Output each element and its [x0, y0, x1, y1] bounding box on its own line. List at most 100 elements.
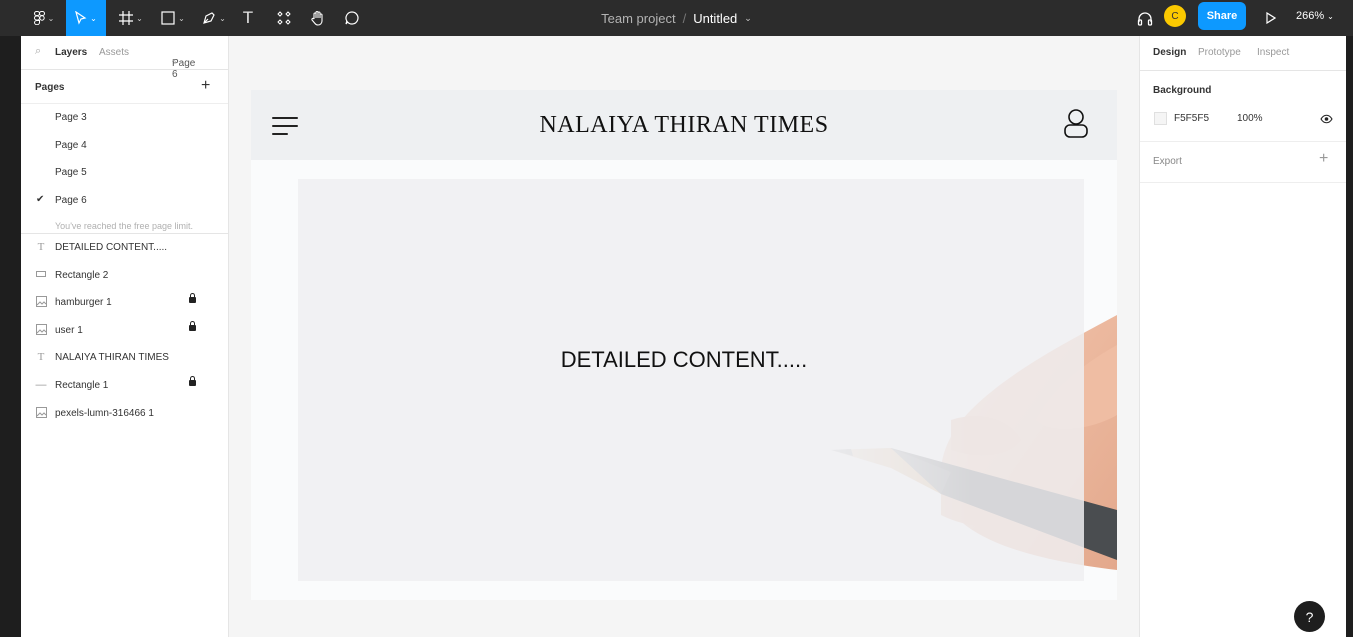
layer-row[interactable]: user 1: [21, 317, 228, 345]
eye-icon[interactable]: [1320, 111, 1333, 129]
move-tool-button[interactable]: ⌄: [66, 0, 106, 36]
layer-row[interactable]: pexels-lumn-316466 1: [21, 400, 228, 428]
page-label: Page 6: [55, 194, 87, 206]
layer-row[interactable]: Rectangle 2: [21, 262, 228, 290]
avatar[interactable]: C: [1164, 5, 1186, 27]
detailed-content-text[interactable]: DETAILED CONTENT.....: [229, 347, 1139, 373]
layer-label: hamburger 1: [55, 297, 112, 309]
page-item-active[interactable]: ✔ Page 6: [21, 187, 228, 215]
layer-label: user 1: [55, 324, 83, 336]
lock-icon[interactable]: [189, 375, 196, 386]
play-icon: [1266, 12, 1276, 24]
help-button[interactable]: ?: [1294, 601, 1325, 632]
background-label: Background: [1153, 85, 1212, 96]
layer-label: NALAIYA THIRAN TIMES: [55, 352, 169, 364]
page-label: Page 3: [55, 112, 87, 123]
cursor-icon: [75, 11, 87, 25]
background-section: Background F5F5F5 100%: [1140, 71, 1346, 142]
main-menu-button[interactable]: ⌄: [28, 0, 60, 36]
page-label: Page 4: [55, 139, 87, 151]
page-item[interactable]: Page 3: [21, 104, 228, 132]
layer-label: DETAILED CONTENT.....: [55, 242, 168, 253]
design-frame[interactable]: [251, 90, 1117, 600]
content-rectangle[interactable]: [298, 179, 1084, 581]
image-icon: [35, 296, 47, 308]
figma-logo-icon: [33, 11, 45, 25]
present-button[interactable]: [1260, 0, 1282, 36]
chevron-down-icon: ⌄: [178, 13, 185, 23]
rectangle-icon: [35, 269, 47, 281]
shape-tool-button[interactable]: ⌄: [156, 0, 190, 36]
chevron-down-icon[interactable]: ⌄: [744, 13, 752, 24]
resources-button[interactable]: [270, 0, 298, 36]
add-export-icon[interactable]: +: [1319, 150, 1328, 168]
chevron-down-icon: ⌄: [47, 13, 55, 23]
text-tool-button[interactable]: T: [236, 0, 260, 36]
lock-icon[interactable]: [189, 293, 196, 304]
layers-list: T DETAILED CONTENT..... Rectangle 2 hambu…: [21, 233, 228, 427]
lock-icon[interactable]: [189, 320, 196, 331]
top-toolbar: ⌄ ⌄ ⌄ ⌄ ⌄ T Team project / Untitled ⌄ C …: [0, 0, 1353, 36]
tab-prototype[interactable]: Prototype: [1198, 47, 1241, 58]
add-page-icon[interactable]: +: [201, 77, 210, 95]
frame-icon: [119, 11, 134, 25]
layers-panel: ⌕ Layers Assets Page 6 ^ Pages + Page 3 …: [21, 36, 229, 637]
text-icon: T: [242, 8, 254, 27]
rectangle-icon: [161, 11, 175, 25]
image-icon: [35, 406, 47, 419]
tab-inspect[interactable]: Inspect: [1257, 47, 1289, 58]
chevron-down-icon: ⌄: [219, 13, 226, 23]
check-icon: ✔: [36, 193, 45, 205]
pen-icon: [203, 12, 215, 24]
project-name[interactable]: Team project: [601, 11, 675, 26]
frame-tool-button[interactable]: ⌄: [114, 0, 148, 36]
zoom-level: 266%: [1296, 10, 1325, 22]
pen-tool-button[interactable]: ⌄: [197, 0, 231, 36]
title-separator: /: [682, 10, 687, 26]
layer-row[interactable]: hamburger 1: [21, 289, 228, 317]
headphones-icon: [1137, 11, 1153, 26]
chevron-up-icon: ^: [172, 58, 176, 67]
components-icon: [277, 11, 291, 25]
page-limit-notice: You've reached the free page limit.: [55, 221, 193, 231]
layer-row[interactable]: T NALAIYA THIRAN TIMES: [21, 344, 228, 372]
layer-label: Rectangle 2: [55, 269, 109, 281]
right-edge: [1346, 36, 1353, 637]
share-button[interactable]: Share: [1198, 2, 1246, 30]
file-name[interactable]: Untitled: [693, 11, 737, 26]
tab-layers[interactable]: Layers: [55, 47, 87, 58]
page-item[interactable]: Page 5: [21, 159, 228, 187]
pages-header: Pages +: [21, 70, 228, 104]
search-icon[interactable]: ⌕: [35, 45, 41, 58]
tab-assets[interactable]: Assets: [99, 47, 129, 58]
canvas[interactable]: NALAIYA THIRAN TIMES DETAILED CONTENT...…: [229, 36, 1139, 637]
zoom-dropdown[interactable]: 266% ⌄: [1296, 0, 1334, 32]
hand-icon: [311, 10, 323, 26]
hand-tool-button[interactable]: [304, 0, 332, 36]
layer-row[interactable]: T DETAILED CONTENT.....: [21, 234, 228, 262]
site-title[interactable]: NALAIYA THIRAN TIMES: [229, 112, 1139, 139]
layer-row[interactable]: — Rectangle 1: [21, 372, 228, 400]
background-swatch[interactable]: [1154, 112, 1167, 125]
tab-design[interactable]: Design: [1153, 47, 1186, 58]
line-icon: —: [35, 378, 47, 391]
page-item[interactable]: Page 4: [21, 132, 228, 160]
text-icon: T: [37, 241, 45, 253]
pages-title: Pages: [35, 82, 65, 93]
chevron-down-icon: ⌄: [136, 13, 143, 23]
page-label: Page 5: [55, 167, 87, 178]
export-label: Export: [1153, 156, 1182, 167]
background-hex[interactable]: F5F5F5: [1174, 113, 1209, 124]
background-opacity[interactable]: 100%: [1237, 113, 1263, 124]
left-panel-tabs: ⌕ Layers Assets Page 6 ^: [21, 36, 228, 80]
image-icon: [35, 323, 47, 336]
export-section: Export +: [1140, 142, 1346, 183]
chevron-down-icon: ⌄: [1327, 11, 1334, 21]
comment-tool-button[interactable]: [338, 0, 366, 36]
text-icon: T: [37, 351, 45, 364]
layer-label: Rectangle 1: [55, 379, 109, 391]
properties-panel: Design Prototype Inspect Background F5F5…: [1139, 36, 1346, 637]
comment-icon: [345, 11, 359, 25]
audio-button[interactable]: [1134, 0, 1156, 36]
pages-list: Page 3 Page 4 Page 5 ✔ Page 6 You've reac…: [21, 104, 228, 233]
